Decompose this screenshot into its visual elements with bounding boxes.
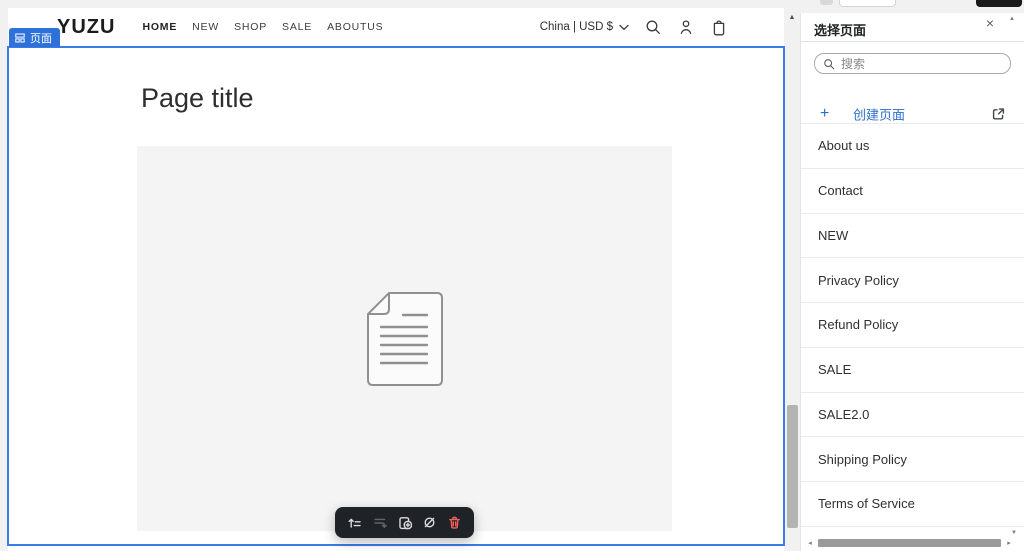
page-search-box: [814, 53, 1011, 74]
nav-link-home[interactable]: HOME: [142, 21, 177, 33]
search-icon: [824, 58, 835, 69]
chevron-down-icon: [619, 24, 629, 30]
page-search-input[interactable]: [841, 56, 1002, 71]
page-title: Page title: [141, 83, 254, 113]
select-page-panel: 选择页面 × + 创建页面 About us Contact NEW Priva…: [800, 13, 1024, 551]
canvas-scrollbar-thumb[interactable]: [787, 405, 798, 528]
cart-icon[interactable]: [710, 18, 728, 36]
duplicate-section-button[interactable]: [394, 512, 415, 533]
panel-divider: [801, 41, 1024, 42]
panel-title: 选择页面: [814, 23, 867, 38]
create-page-button[interactable]: 创建页面: [853, 105, 905, 124]
nav-link-aboutus[interactable]: ABOUTUS: [327, 21, 383, 33]
document-placeholder-icon: [366, 291, 443, 386]
canvas-scroll-up-arrow[interactable]: ▲: [785, 14, 799, 21]
page-list-item[interactable]: Refund Policy: [801, 303, 1024, 348]
nav-link-new[interactable]: NEW: [192, 21, 219, 33]
page-content-placeholder: [137, 146, 672, 531]
page-list-item[interactable]: SALE: [801, 348, 1024, 393]
chrome-sliver-toggle: [820, 0, 833, 5]
page-list: About us Contact NEW Privacy Policy Refu…: [801, 123, 1024, 527]
page-list-item[interactable]: SALE2.0: [801, 393, 1024, 438]
move-section-down-button[interactable]: [369, 512, 390, 533]
page-list-item[interactable]: NEW: [801, 214, 1024, 259]
panel-scroll-up-arrow[interactable]: ▲: [1009, 16, 1015, 22]
search-icon[interactable]: [644, 18, 662, 36]
panel-scroll-down-arrow[interactable]: ▼: [1011, 530, 1017, 536]
delete-section-button[interactable]: [444, 512, 465, 533]
nav-link-shop[interactable]: SHOP: [234, 21, 267, 33]
preview-nav: HOME NEW SHOP SALE ABOUTUS: [142, 21, 383, 33]
section-badge-label: 页面: [30, 32, 52, 45]
plus-icon[interactable]: +: [820, 105, 829, 123]
chrome-sliver-segmented-control: [839, 0, 896, 7]
move-section-up-button[interactable]: [344, 512, 365, 533]
close-icon[interactable]: ×: [986, 16, 994, 30]
page-list-item[interactable]: About us: [801, 124, 1024, 169]
locale-currency-selector[interactable]: China | USD $: [540, 21, 629, 33]
section-badge[interactable]: 页面: [9, 28, 60, 47]
open-pages-admin-icon[interactable]: [992, 108, 1005, 121]
chrome-sliver-save-button: [976, 0, 1022, 7]
section-icon: [15, 33, 25, 42]
theme-editor: YUZU HOME NEW SHOP SALE ABOUTUS China | …: [0, 0, 1024, 551]
panel-horizontal-scrollbar: ◂ ▸: [801, 538, 1024, 547]
horizontal-scrollbar-thumb[interactable]: [818, 538, 1001, 547]
page-list-item[interactable]: Terms of Service: [801, 482, 1024, 527]
nav-link-sale[interactable]: SALE: [282, 21, 312, 33]
preview-canvas: YUZU HOME NEW SHOP SALE ABOUTUS China | …: [8, 8, 784, 551]
store-logo[interactable]: YUZU: [57, 16, 115, 39]
locale-label: China | USD $: [539, 21, 613, 33]
page-list-item[interactable]: Privacy Policy: [801, 258, 1024, 303]
preview-header: YUZU HOME NEW SHOP SALE ABOUTUS China | …: [8, 8, 784, 46]
account-icon[interactable]: [677, 18, 695, 36]
page-list-item[interactable]: Contact: [801, 169, 1024, 214]
scroll-left-arrow[interactable]: ◂: [805, 539, 815, 547]
section-toolbar: [335, 507, 474, 538]
preview-header-right: China | USD $: [540, 18, 784, 36]
page-list-item[interactable]: Shipping Policy: [801, 437, 1024, 482]
scroll-right-arrow[interactable]: ▸: [1004, 539, 1014, 547]
hide-section-button[interactable]: [419, 512, 440, 533]
